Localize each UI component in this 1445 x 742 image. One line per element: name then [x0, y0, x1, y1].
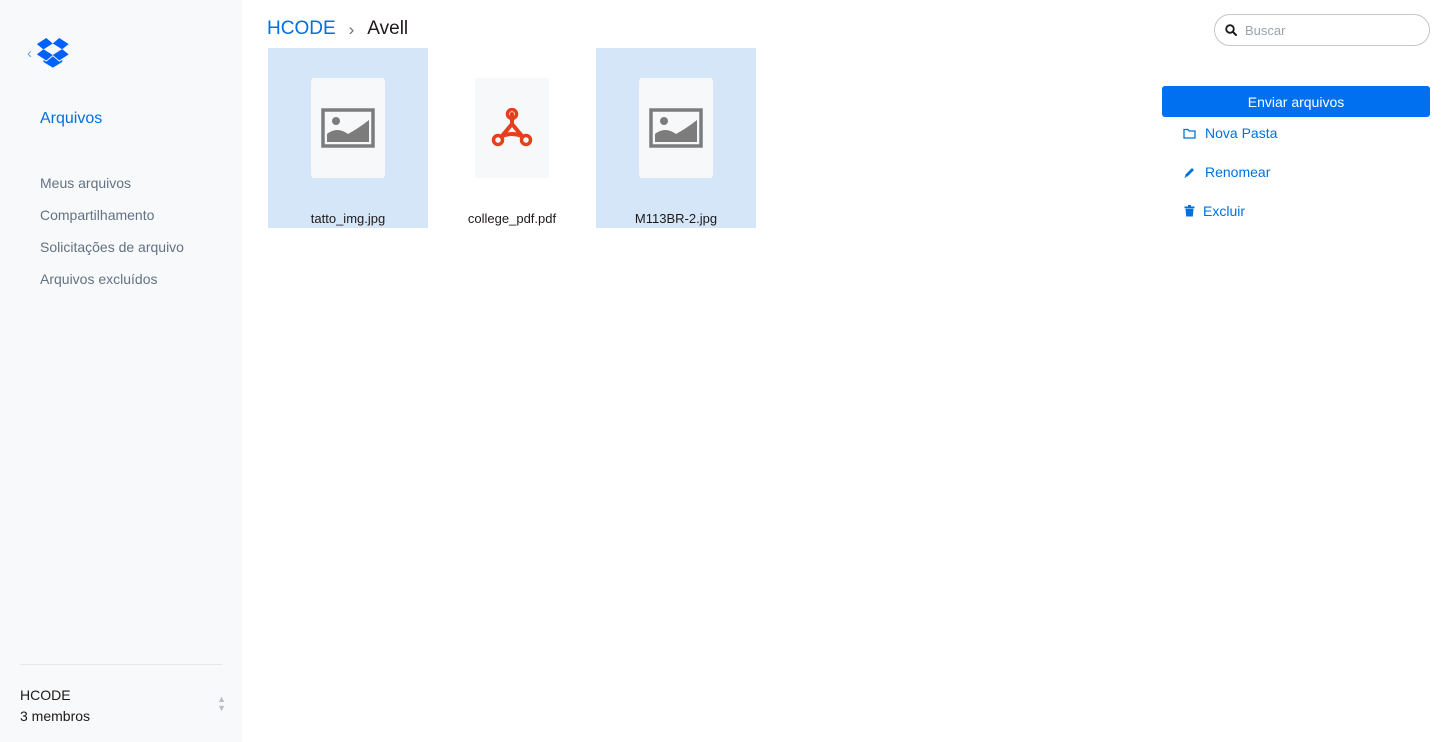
team-members-count: 3 membros: [20, 708, 91, 724]
sidebar-section-title[interactable]: Arquivos: [40, 110, 102, 128]
file-thumbnail: [311, 78, 385, 178]
file-thumbnail: [475, 78, 549, 178]
file-name: tatto_img.jpg: [310, 211, 386, 226]
trash-icon: [1182, 204, 1196, 218]
delete-label: Excluir: [1203, 203, 1246, 219]
rename-button[interactable]: Renomear: [1182, 164, 1270, 180]
sidebar: ‹ Arquivos Meus arquivos Compartilhament…: [0, 0, 242, 742]
new-folder-button[interactable]: Nova Pasta: [1182, 125, 1277, 141]
pencil-icon: [1182, 165, 1196, 179]
search-icon: [1225, 24, 1237, 36]
search-input[interactable]: [1245, 22, 1415, 38]
team-name: HCODE: [20, 687, 71, 703]
pdf-icon: [491, 108, 533, 147]
file-name: M113BR-2.jpg: [634, 211, 718, 226]
team-switcher[interactable]: HCODE 3 membros ▲ ▼: [20, 687, 230, 724]
dropbox-logo-icon: [36, 38, 69, 68]
sidebar-item-compartilhamento[interactable]: Compartilhamento: [40, 206, 184, 238]
rename-label: Renomear: [1205, 164, 1271, 180]
sidebar-item-arquivos-excluidos[interactable]: Arquivos excluídos: [40, 270, 184, 302]
file-item[interactable]: college_pdf.pdf: [432, 48, 592, 228]
sidebar-nav: Meus arquivos Compartilhamento Solicitaç…: [40, 174, 184, 302]
sidebar-divider: [20, 664, 222, 665]
search-box[interactable]: [1214, 14, 1430, 46]
chevron-right-icon: ›: [348, 20, 355, 39]
new-folder-label: Nova Pasta: [1205, 125, 1278, 141]
updown-chevron-icon[interactable]: ▲ ▼: [217, 695, 226, 713]
file-item[interactable]: M113BR-2.jpg: [596, 48, 756, 228]
chevron-left-icon: ‹: [27, 44, 32, 62]
breadcrumb: HCODE › Avell: [267, 17, 408, 40]
image-icon: [321, 108, 375, 148]
sidebar-item-meus-arquivos[interactable]: Meus arquivos: [40, 174, 184, 206]
folder-icon: [1182, 126, 1196, 140]
breadcrumb-root[interactable]: HCODE: [267, 18, 336, 40]
file-name: college_pdf.pdf: [467, 211, 557, 226]
delete-button[interactable]: Excluir: [1182, 203, 1245, 219]
file-thumbnail: [639, 78, 713, 178]
upload-files-button[interactable]: Enviar arquivos: [1162, 86, 1430, 117]
image-icon: [649, 108, 703, 148]
file-item[interactable]: tatto_img.jpg: [268, 48, 428, 228]
sidebar-item-solicitacoes[interactable]: Solicitações de arquivo: [40, 238, 184, 270]
dropbox-home-link[interactable]: ‹: [27, 38, 70, 68]
breadcrumb-current: Avell: [367, 17, 409, 39]
